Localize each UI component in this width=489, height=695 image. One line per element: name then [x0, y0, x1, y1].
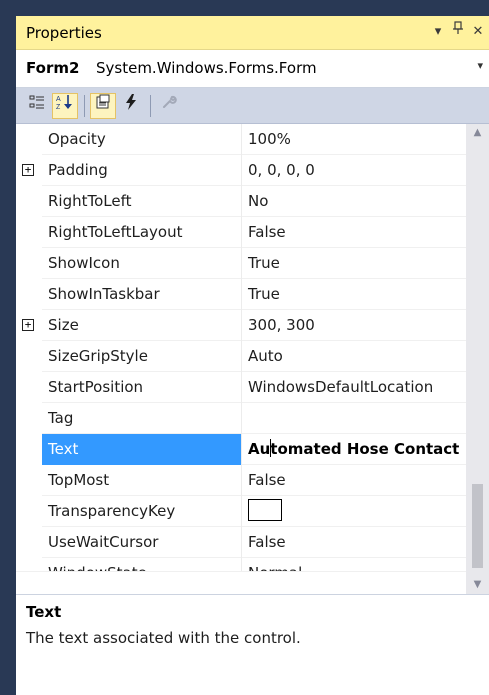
pin-icon[interactable] — [448, 20, 468, 44]
color-swatch[interactable] — [248, 499, 282, 521]
property-name[interactable]: SizeGripStyle — [42, 341, 241, 372]
panel-title-bar[interactable]: Properties ▾ ✕ — [16, 16, 489, 50]
close-icon[interactable]: ✕ — [468, 20, 488, 44]
property-value[interactable]: True — [242, 248, 466, 279]
property-row[interactable]: WindowStateNormal — [16, 558, 466, 572]
property-name[interactable]: WindowState — [42, 558, 241, 571]
properties-icon[interactable] — [90, 93, 116, 119]
property-name[interactable]: Text — [42, 434, 241, 465]
description-pane: Text The text associated with the contro… — [16, 594, 489, 695]
row-gutter — [16, 527, 42, 558]
property-value[interactable]: True — [242, 279, 466, 310]
row-gutter — [16, 372, 42, 403]
property-row[interactable]: SizeGripStyle Auto — [16, 341, 466, 372]
properties-panel: Properties ▾ ✕ Form2 System.Windows.Form… — [16, 16, 489, 695]
property-value[interactable] — [242, 403, 466, 434]
row-gutter — [16, 341, 42, 372]
property-name[interactable]: Padding — [42, 155, 241, 186]
row-gutter — [16, 124, 42, 155]
property-value[interactable]: WindowsDefaultLocation — [242, 372, 466, 403]
row-gutter: + — [16, 155, 42, 186]
row-gutter — [16, 403, 42, 434]
property-value[interactable]: False — [242, 217, 466, 248]
property-row[interactable]: UseWaitCursor False — [16, 527, 466, 558]
property-value[interactable]: No — [242, 186, 466, 217]
object-type: System.Windows.Forms.Form — [96, 59, 317, 77]
property-value[interactable]: False — [242, 527, 466, 558]
property-row[interactable]: RightToLeftLayout False — [16, 217, 466, 248]
property-value[interactable]: Automated Hose Contact — [242, 434, 466, 465]
description-text: The text associated with the control. — [26, 629, 301, 647]
property-row[interactable]: TransparencyKey — [16, 496, 466, 527]
scroll-down-arrow-icon[interactable]: ▼ — [466, 576, 489, 594]
property-row[interactable]: RightToLeft No — [16, 186, 466, 217]
svg-text:Z: Z — [56, 104, 61, 110]
property-row[interactable]: ShowIcon True — [16, 248, 466, 279]
row-gutter — [16, 279, 42, 310]
object-name: Form2 — [26, 59, 80, 77]
object-selector-dropdown-icon[interactable]: ▾ — [477, 59, 483, 72]
property-name[interactable]: ShowIcon — [42, 248, 241, 279]
toolbar-separator — [84, 95, 85, 117]
property-row[interactable]: Tag — [16, 403, 466, 434]
scrollbar-thumb[interactable] — [472, 484, 483, 568]
property-row[interactable]: Text Automated Hose Contact — [16, 434, 466, 465]
properties-window-frame: Properties ▾ ✕ Form2 System.Windows.Form… — [0, 0, 489, 695]
ide-top-strip — [0, 0, 489, 16]
row-gutter — [16, 434, 42, 465]
row-gutter — [16, 186, 42, 217]
alphabetical-icon[interactable]: AZ — [52, 93, 78, 119]
property-name[interactable]: UseWaitCursor — [42, 527, 241, 558]
property-name[interactable]: RightToLeft — [42, 186, 241, 217]
categorized-icon[interactable] — [24, 93, 50, 119]
property-value[interactable]: False — [242, 465, 466, 496]
toolbar-separator — [150, 95, 151, 117]
expand-plus-icon[interactable]: + — [22, 164, 34, 176]
svg-text:A: A — [56, 96, 61, 103]
property-row[interactable]: TopMost False — [16, 465, 466, 496]
description-title: Text — [26, 603, 62, 621]
events-icon[interactable] — [118, 93, 144, 119]
row-gutter — [16, 496, 42, 527]
property-name[interactable]: ShowInTaskbar — [42, 279, 241, 310]
scroll-up-arrow-icon[interactable]: ▲ — [466, 124, 489, 142]
property-value[interactable]: Auto — [242, 341, 466, 372]
property-value[interactable]: 0, 0, 0, 0 — [242, 155, 466, 186]
property-name[interactable]: Tag — [42, 403, 241, 434]
row-gutter — [16, 558, 42, 571]
window-position-dropdown-icon[interactable]: ▾ — [428, 20, 448, 44]
object-selector[interactable]: Form2 System.Windows.Forms.Form ▾ — [16, 50, 489, 88]
vertical-scrollbar[interactable]: ▲ ▼ — [466, 124, 489, 594]
property-row[interactable]: + Padding 0, 0, 0, 0 — [16, 155, 466, 186]
property-name[interactable]: TopMost — [42, 465, 241, 496]
property-grid: Opacity 100% + Padding 0, 0, 0, 0 RightToLeft… — [16, 124, 489, 594]
property-name[interactable]: TransparencyKey — [42, 496, 241, 527]
property-row[interactable]: + Size 300, 300 — [16, 310, 466, 341]
value-text-after-caret: tomated Hose Contact — [270, 440, 460, 458]
property-row[interactable]: ShowInTaskbar True — [16, 279, 466, 310]
property-pages-icon[interactable] — [156, 93, 182, 119]
property-value[interactable]: Normal — [242, 558, 466, 571]
expand-plus-icon[interactable]: + — [22, 319, 34, 331]
row-gutter: + — [16, 310, 42, 341]
panel-title: Properties — [26, 24, 102, 42]
property-name[interactable]: Size — [42, 310, 241, 341]
property-name[interactable]: Opacity — [42, 124, 241, 155]
row-gutter — [16, 465, 42, 496]
property-name[interactable]: RightToLeftLayout — [42, 217, 241, 248]
property-value[interactable] — [242, 496, 466, 527]
row-gutter — [16, 217, 42, 248]
property-value[interactable]: 100% — [242, 124, 466, 155]
ide-left-edge — [0, 16, 16, 695]
property-name[interactable]: StartPosition — [42, 372, 241, 403]
property-row[interactable]: StartPosition WindowsDefaultLocation — [16, 372, 466, 403]
property-value[interactable]: 300, 300 — [242, 310, 466, 341]
properties-toolbar: AZ — [16, 88, 489, 124]
property-row[interactable]: Opacity 100% — [16, 124, 466, 155]
value-text-before-caret: Au — [248, 440, 271, 458]
row-gutter — [16, 248, 42, 279]
